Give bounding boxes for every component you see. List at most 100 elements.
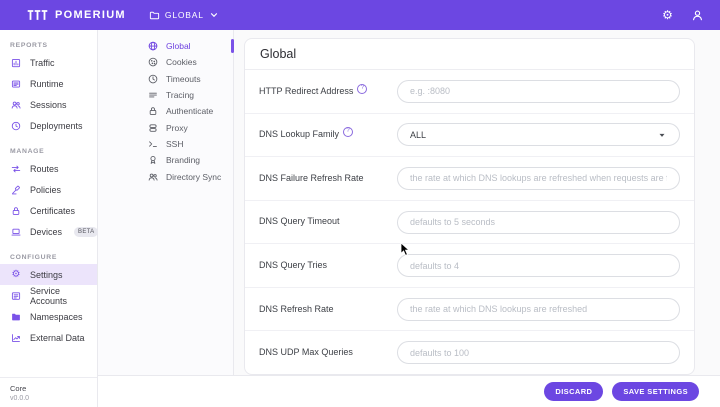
subnav-item-label: Proxy [166,122,188,133]
globe-icon [148,41,158,51]
discard-button[interactable]: DISCARD [544,382,604,401]
section-title: REPORTS [10,42,48,49]
pomerium-logo-icon [27,8,48,22]
sidebar-item-label: Runtime [30,78,64,89]
sidebar-footer: Core v0.0.0 [0,377,97,407]
section-title: MANAGE [10,148,45,155]
main-content: Global HTTP Redirect Address ? DNS Looku… [234,30,720,375]
sidebar-item-label: Certificates [30,205,76,216]
form-row-http-redirect-address: HTTP Redirect Address ? [245,70,694,114]
field-label: DNS Lookup Family ? [259,127,397,140]
action-bar: DISCARD SAVE SETTINGS [98,375,720,407]
subnav-item-proxy[interactable]: Proxy [98,119,233,135]
subnav-item-ssh[interactable]: SSH [98,136,233,152]
sidebar-item-label: Service Accounts [30,285,68,306]
dns-lookup-family-select[interactable]: ALL [397,123,680,147]
subnav-item-global[interactable]: Global [98,38,234,54]
chevron-down-icon [209,10,219,20]
sidebar-item-label: Namespaces [30,311,83,322]
lock-icon [11,206,21,216]
dns-failure-refresh-rate-input[interactable] [397,166,680,190]
deployments-icon [11,121,21,131]
lock-icon [148,106,158,116]
traffic-icon [11,58,21,68]
sidebar-item-label: Traffic [30,57,55,68]
routes-icon [11,164,21,174]
people-icon [148,172,158,182]
field-label: DNS UDP Max Queries [259,347,353,358]
subnav-item-label: Directory Sync [166,171,222,182]
form-row-dns-lookup-family: DNS Lookup Family ? ALL [245,114,694,158]
dns-query-tries-input[interactable] [397,254,680,278]
dns-udp-max-queries-input[interactable] [397,341,680,365]
http-redirect-address-input[interactable] [397,79,680,103]
sidebar-item-routes[interactable]: Routes [0,158,97,179]
laptop-icon [11,227,21,237]
section-title: CONFIGURE [10,254,58,261]
help-icon[interactable]: ? [357,83,368,94]
beta-badge: BETA [74,226,99,237]
dropdown-arrow-icon [657,130,667,140]
cookie-icon [148,57,158,67]
folder-icon [11,312,21,322]
selected-value: ALL [410,129,427,140]
top-bar: POMERIUM GLOBAL ⚙ [0,0,720,30]
terminal-icon [148,139,158,149]
gear-icon[interactable]: ⚙ [661,9,674,22]
subnav-item-label: Timeouts [166,73,201,84]
dns-query-timeout-input[interactable] [397,210,680,234]
help-icon[interactable]: ? [343,127,354,138]
sidebar-item-label: Routes [30,163,59,174]
sidebar-item-sessions[interactable]: Sessions [0,94,97,115]
subnav-item-label: Global [166,41,191,52]
subnav-item-label: Tracing [166,90,195,101]
edition-label: Core [10,384,27,393]
sidebar-item-namespaces[interactable]: Namespaces [0,306,97,327]
sidebar-item-certificates[interactable]: Certificates [0,200,97,221]
dns-refresh-rate-input[interactable] [397,297,680,321]
field-label: DNS Failure Refresh Rate [259,172,364,183]
sidebar-item-external-data[interactable]: External Data [0,327,97,348]
gear-icon: ⚙ [11,268,21,280]
field-label: DNS Query Timeout [259,216,340,227]
form-row-dns-query-tries: DNS Query Tries [245,244,694,288]
sidebar-item-service-accounts[interactable]: Service Accounts [0,285,97,306]
sidebar-item-devices[interactable]: Devices BETA [0,221,99,242]
namespace-selector[interactable]: GLOBAL [149,10,219,21]
sidebar: REPORTS Traffic Runtime Sessions Deploym… [0,30,99,407]
subnav-item-directory-sync[interactable]: Directory Sync [98,168,233,184]
sidebar-item-label: External Data [30,332,85,343]
sidebar-section-configure: CONFIGURE ⚙ Settings Service Accounts Na… [0,254,97,348]
subnav-item-tracing[interactable]: Tracing [98,87,233,103]
sidebar-section-manage: MANAGE Routes Policies Certificates Devi… [0,148,99,242]
form-row-dns-query-timeout: DNS Query Timeout [245,201,694,245]
sidebar-section-reports: REPORTS Traffic Runtime Sessions Deploym… [0,42,97,136]
form-row-dns-failure-refresh-rate: DNS Failure Refresh Rate [245,157,694,201]
chart-icon [11,333,21,343]
subnav-item-timeouts[interactable]: Timeouts [98,71,233,87]
subnav-item-label: SSH [166,138,184,149]
sidebar-item-traffic[interactable]: Traffic [0,52,97,73]
sidebar-item-label: Policies [30,184,62,195]
sidebar-item-deployments[interactable]: Deployments [0,115,97,136]
save-settings-button[interactable]: SAVE SETTINGS [612,382,699,401]
field-label: DNS Refresh Rate [259,303,334,314]
version-label: v0.0.0 [10,395,30,402]
settings-form: HTTP Redirect Address ? DNS Lookup Famil… [245,70,694,374]
sidebar-item-settings[interactable]: ⚙ Settings [0,264,97,285]
sidebar-item-label: Settings [30,269,63,280]
sidebar-item-policies[interactable]: Policies [0,179,97,200]
card-header: Global [245,39,694,70]
top-bar-actions: ⚙ [661,9,720,22]
global-settings-card: Global HTTP Redirect Address ? DNS Looku… [244,38,695,375]
subnav-item-branding[interactable]: Branding [98,152,233,168]
field-label: HTTP Redirect Address ? [259,83,397,97]
subnav-item-cookies[interactable]: Cookies [98,54,233,70]
account-icon[interactable] [691,9,704,22]
subnav-item-authenticate[interactable]: Authenticate [98,103,233,119]
server-stack-icon [148,123,158,133]
subnav-item-label: Branding [166,155,201,166]
sidebar-item-runtime[interactable]: Runtime [0,73,97,94]
brand-name: POMERIUM [55,9,126,21]
people-icon [11,100,21,110]
